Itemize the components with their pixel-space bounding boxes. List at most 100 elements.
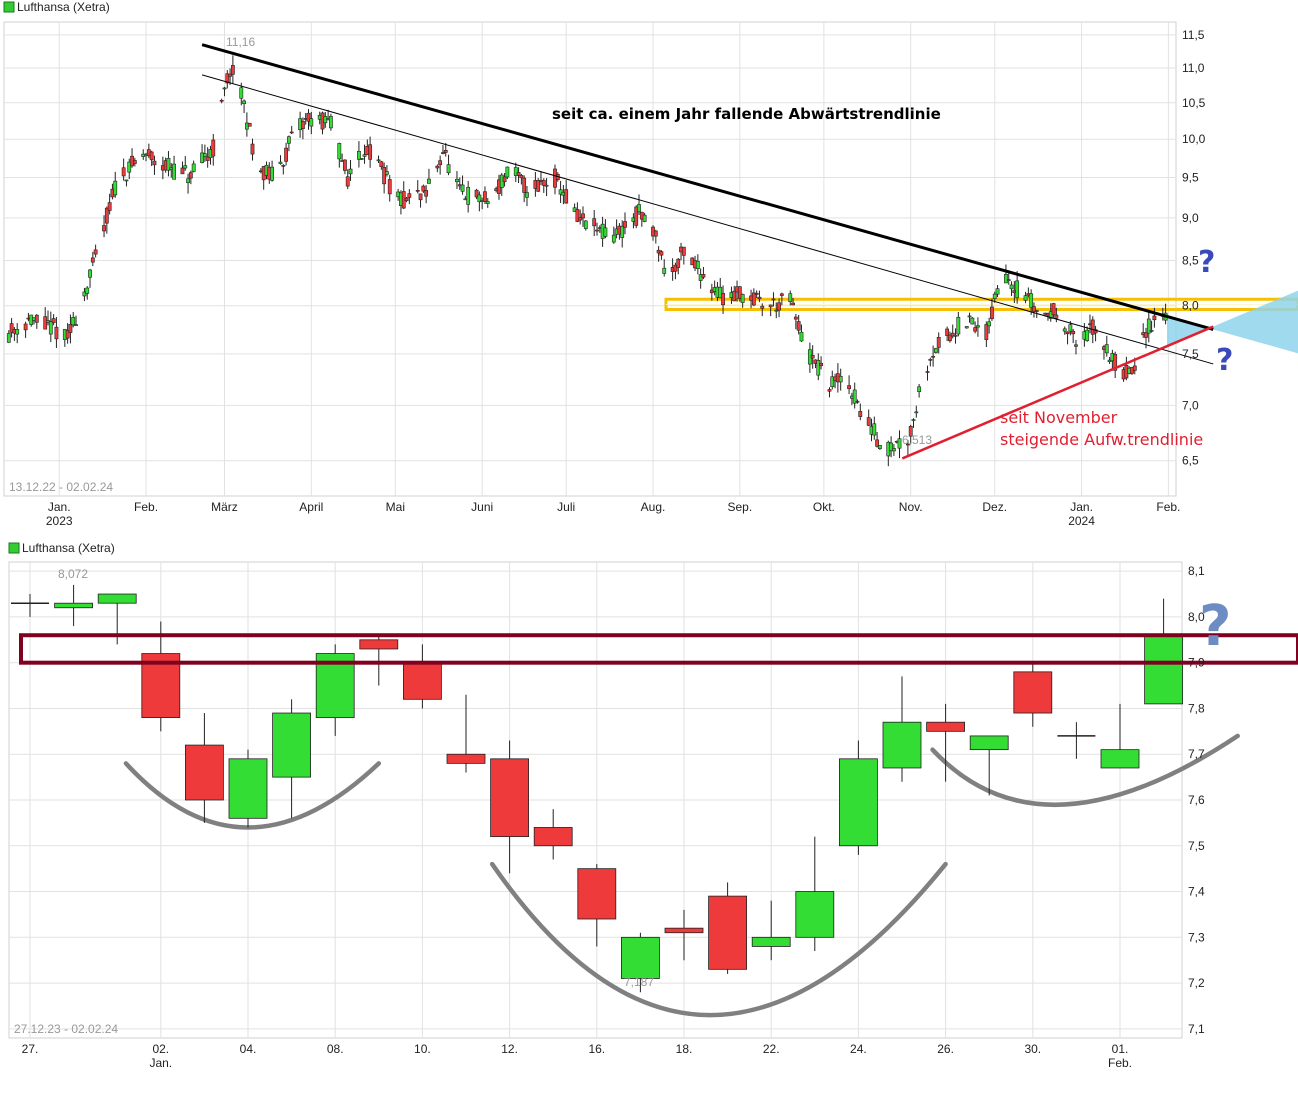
top-candle-body [289, 131, 294, 134]
top-candle-body [376, 159, 381, 162]
top-x-tick-label: Feb. [134, 500, 158, 514]
top-low-label: 6,513 [902, 433, 932, 447]
top-candle-body [124, 179, 129, 182]
top-candle-body [34, 314, 39, 323]
top-candle-body [202, 153, 207, 157]
top-candle-body [995, 288, 1000, 295]
top-candle-body [519, 175, 524, 179]
top-candle-body [149, 151, 154, 161]
bottom-legend-swatch [8, 542, 20, 554]
bottom-y-tick-label: 7,3 [1188, 930, 1205, 944]
top-x-tick-label: Okt. [813, 500, 835, 514]
top-candle-body [973, 327, 978, 332]
bottom-candle-body [882, 721, 922, 769]
top-candle-body [1034, 310, 1039, 312]
top-candle-body [967, 315, 972, 318]
top-candle-body [544, 184, 549, 187]
top-candle-body [435, 165, 440, 169]
bottom-candle-body [490, 758, 530, 838]
bottom-candle-body [446, 753, 486, 764]
top-candle-body [1023, 295, 1028, 301]
bottom-candle-body [359, 639, 399, 650]
top-candle-body [93, 249, 98, 255]
top-candle-body [788, 293, 793, 302]
top-candle-body [446, 164, 451, 174]
top-candle-body [418, 193, 423, 201]
top-candle-body [810, 355, 815, 359]
top-candle-body [85, 287, 90, 294]
top-candle-body [681, 246, 686, 256]
top-candle-body [779, 293, 784, 296]
top-candle-body [1009, 284, 1014, 290]
bottom-candle-body [839, 758, 878, 847]
bottom-candle-body [969, 735, 1009, 751]
top-x-tick-label: Nov. [899, 500, 923, 514]
bottom-candle-body [708, 895, 747, 970]
top-candle-body [796, 321, 801, 331]
top-candle-body [816, 360, 821, 376]
bottom-title: Lufthansa (Xetra) [22, 541, 115, 555]
top-x-axis: Jan.2023Feb. März April Mai Juni Juli Aug. Sep.… [46, 500, 1181, 528]
bottom-x-tick-label: 02. [152, 1042, 169, 1056]
top-y-tick-label: 6,5 [1182, 454, 1199, 468]
lufthansa-charts: 6,5 7,0 7,5 8,0 8,5 9,0 9,5 10,0 10,5 11,0 11,5 Ja… [3, 0, 1298, 1070]
top-y-tick-label: 7,5 [1182, 347, 1199, 361]
top-candle-body [637, 204, 641, 213]
top-candle-body [382, 167, 387, 185]
top-candle-body [877, 444, 882, 450]
long-term-chart: 6,5 7,0 7,5 8,0 8,5 9,0 9,5 10,0 10,5 11,0 11,5 Ja… [3, 0, 1298, 528]
bottom-x-tick-label: 26. [937, 1042, 954, 1056]
top-candle-body [953, 335, 958, 337]
bottom-y-tick-label: 7,2 [1188, 976, 1205, 990]
top-candle-body [659, 251, 664, 256]
top-candle-body [74, 324, 78, 326]
top-candle-body [1068, 324, 1073, 332]
top-candle-body [466, 186, 471, 205]
top-candle-body [278, 161, 283, 164]
bottom-x-tick-label: 12. [501, 1042, 518, 1056]
top-candle-body [281, 165, 286, 167]
top-y-tick-label: 10,5 [1182, 96, 1206, 110]
top-candle-body [827, 389, 832, 392]
top-candle-body [583, 220, 588, 229]
top-x-tick-label: März [211, 500, 238, 514]
top-candle-body [1085, 329, 1090, 341]
top-candle-body [642, 214, 647, 222]
top-candle-body [990, 306, 994, 320]
top-candle-body [250, 143, 255, 155]
bottom-candle-body [228, 758, 268, 819]
top-candle-body [191, 163, 196, 172]
bottom-candle-body [664, 927, 704, 934]
top-candle-body [611, 234, 616, 243]
top-candle-body [931, 355, 936, 358]
top-candle-body [1051, 303, 1056, 316]
top-x-tick-label: April [299, 500, 323, 514]
top-candle-body [1006, 279, 1011, 281]
top-candle-body [581, 213, 585, 219]
top-candle-body [701, 274, 706, 278]
top-candle-body [90, 257, 95, 263]
top-candle-body [337, 143, 342, 160]
bottom-candle-body [926, 721, 965, 732]
bottom-y-tick-label: 7,6 [1188, 793, 1205, 807]
bottom-x-tick-label: 27. [22, 1042, 39, 1056]
bottom-x-tick-label: 16. [588, 1042, 605, 1056]
top-candle-body [270, 166, 274, 181]
top-candle-body [152, 160, 157, 166]
top-candle-body [892, 448, 896, 452]
top-x-tick-label: Juni [471, 500, 493, 514]
top-candle-body [934, 348, 938, 353]
top-candle-body [620, 225, 625, 238]
uptrend-annotation-line2: steigende Aufw.trendlinie [1000, 430, 1203, 449]
top-candle-body [1015, 280, 1020, 299]
top-candle-body [43, 316, 48, 330]
bottom-candle-body [97, 593, 137, 604]
top-candle-body [793, 316, 798, 320]
top-x-tick-label: Jan. [48, 500, 71, 514]
top-candle-body [443, 150, 448, 153]
top-candle-body [230, 65, 235, 75]
bottom-y-tick-label: 7,4 [1188, 885, 1205, 899]
top-candle-body [102, 225, 106, 232]
top-candle-body [107, 202, 112, 211]
top-y-tick-label: 9,0 [1182, 211, 1199, 225]
